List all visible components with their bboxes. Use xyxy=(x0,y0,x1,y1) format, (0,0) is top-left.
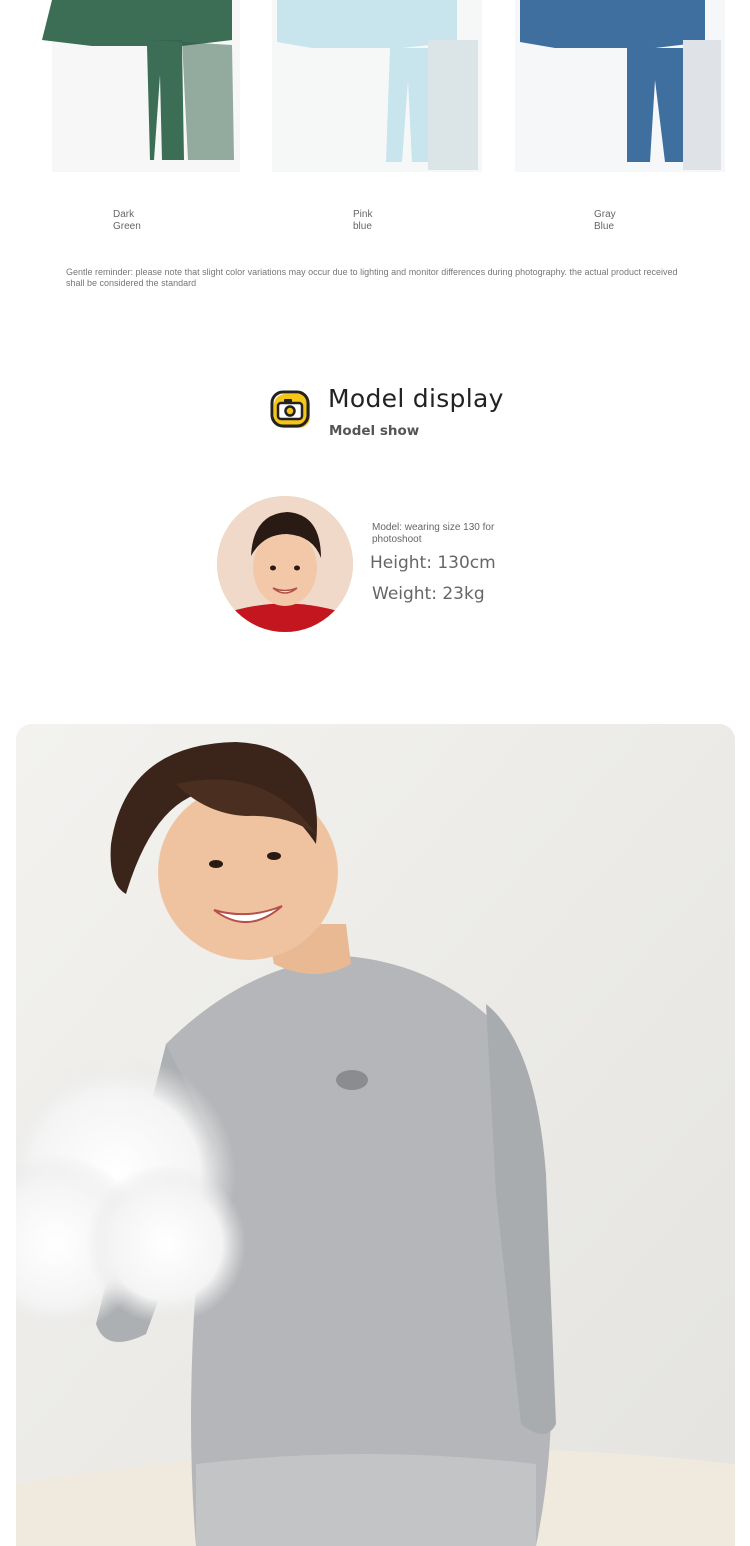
model-hero-photo xyxy=(16,724,735,1546)
model-height: Height: 130cm xyxy=(370,553,496,573)
camera-icon xyxy=(270,390,314,432)
section-title: Model display xyxy=(328,384,504,413)
swatch-label-pink-blue: Pink blue xyxy=(353,209,373,232)
swatch-label-dark-green: Dark Green xyxy=(113,209,141,232)
swatch-dark-green-image[interactable] xyxy=(32,0,242,172)
model-size-note: Model: wearing size 130 for photoshoot xyxy=(372,522,495,545)
color-reminder-note: Gentle reminder: please note that slight… xyxy=(66,267,678,288)
model-weight: Weight: 23kg xyxy=(372,584,485,604)
swatch-gray-blue-image[interactable] xyxy=(515,0,725,172)
color-swatch-row xyxy=(0,0,750,175)
swatch-label-gray-blue: Gray Blue xyxy=(594,209,616,232)
section-subtitle: Model show xyxy=(329,423,420,439)
model-avatar xyxy=(217,496,353,632)
swatch-pink-blue-image[interactable] xyxy=(272,0,482,172)
